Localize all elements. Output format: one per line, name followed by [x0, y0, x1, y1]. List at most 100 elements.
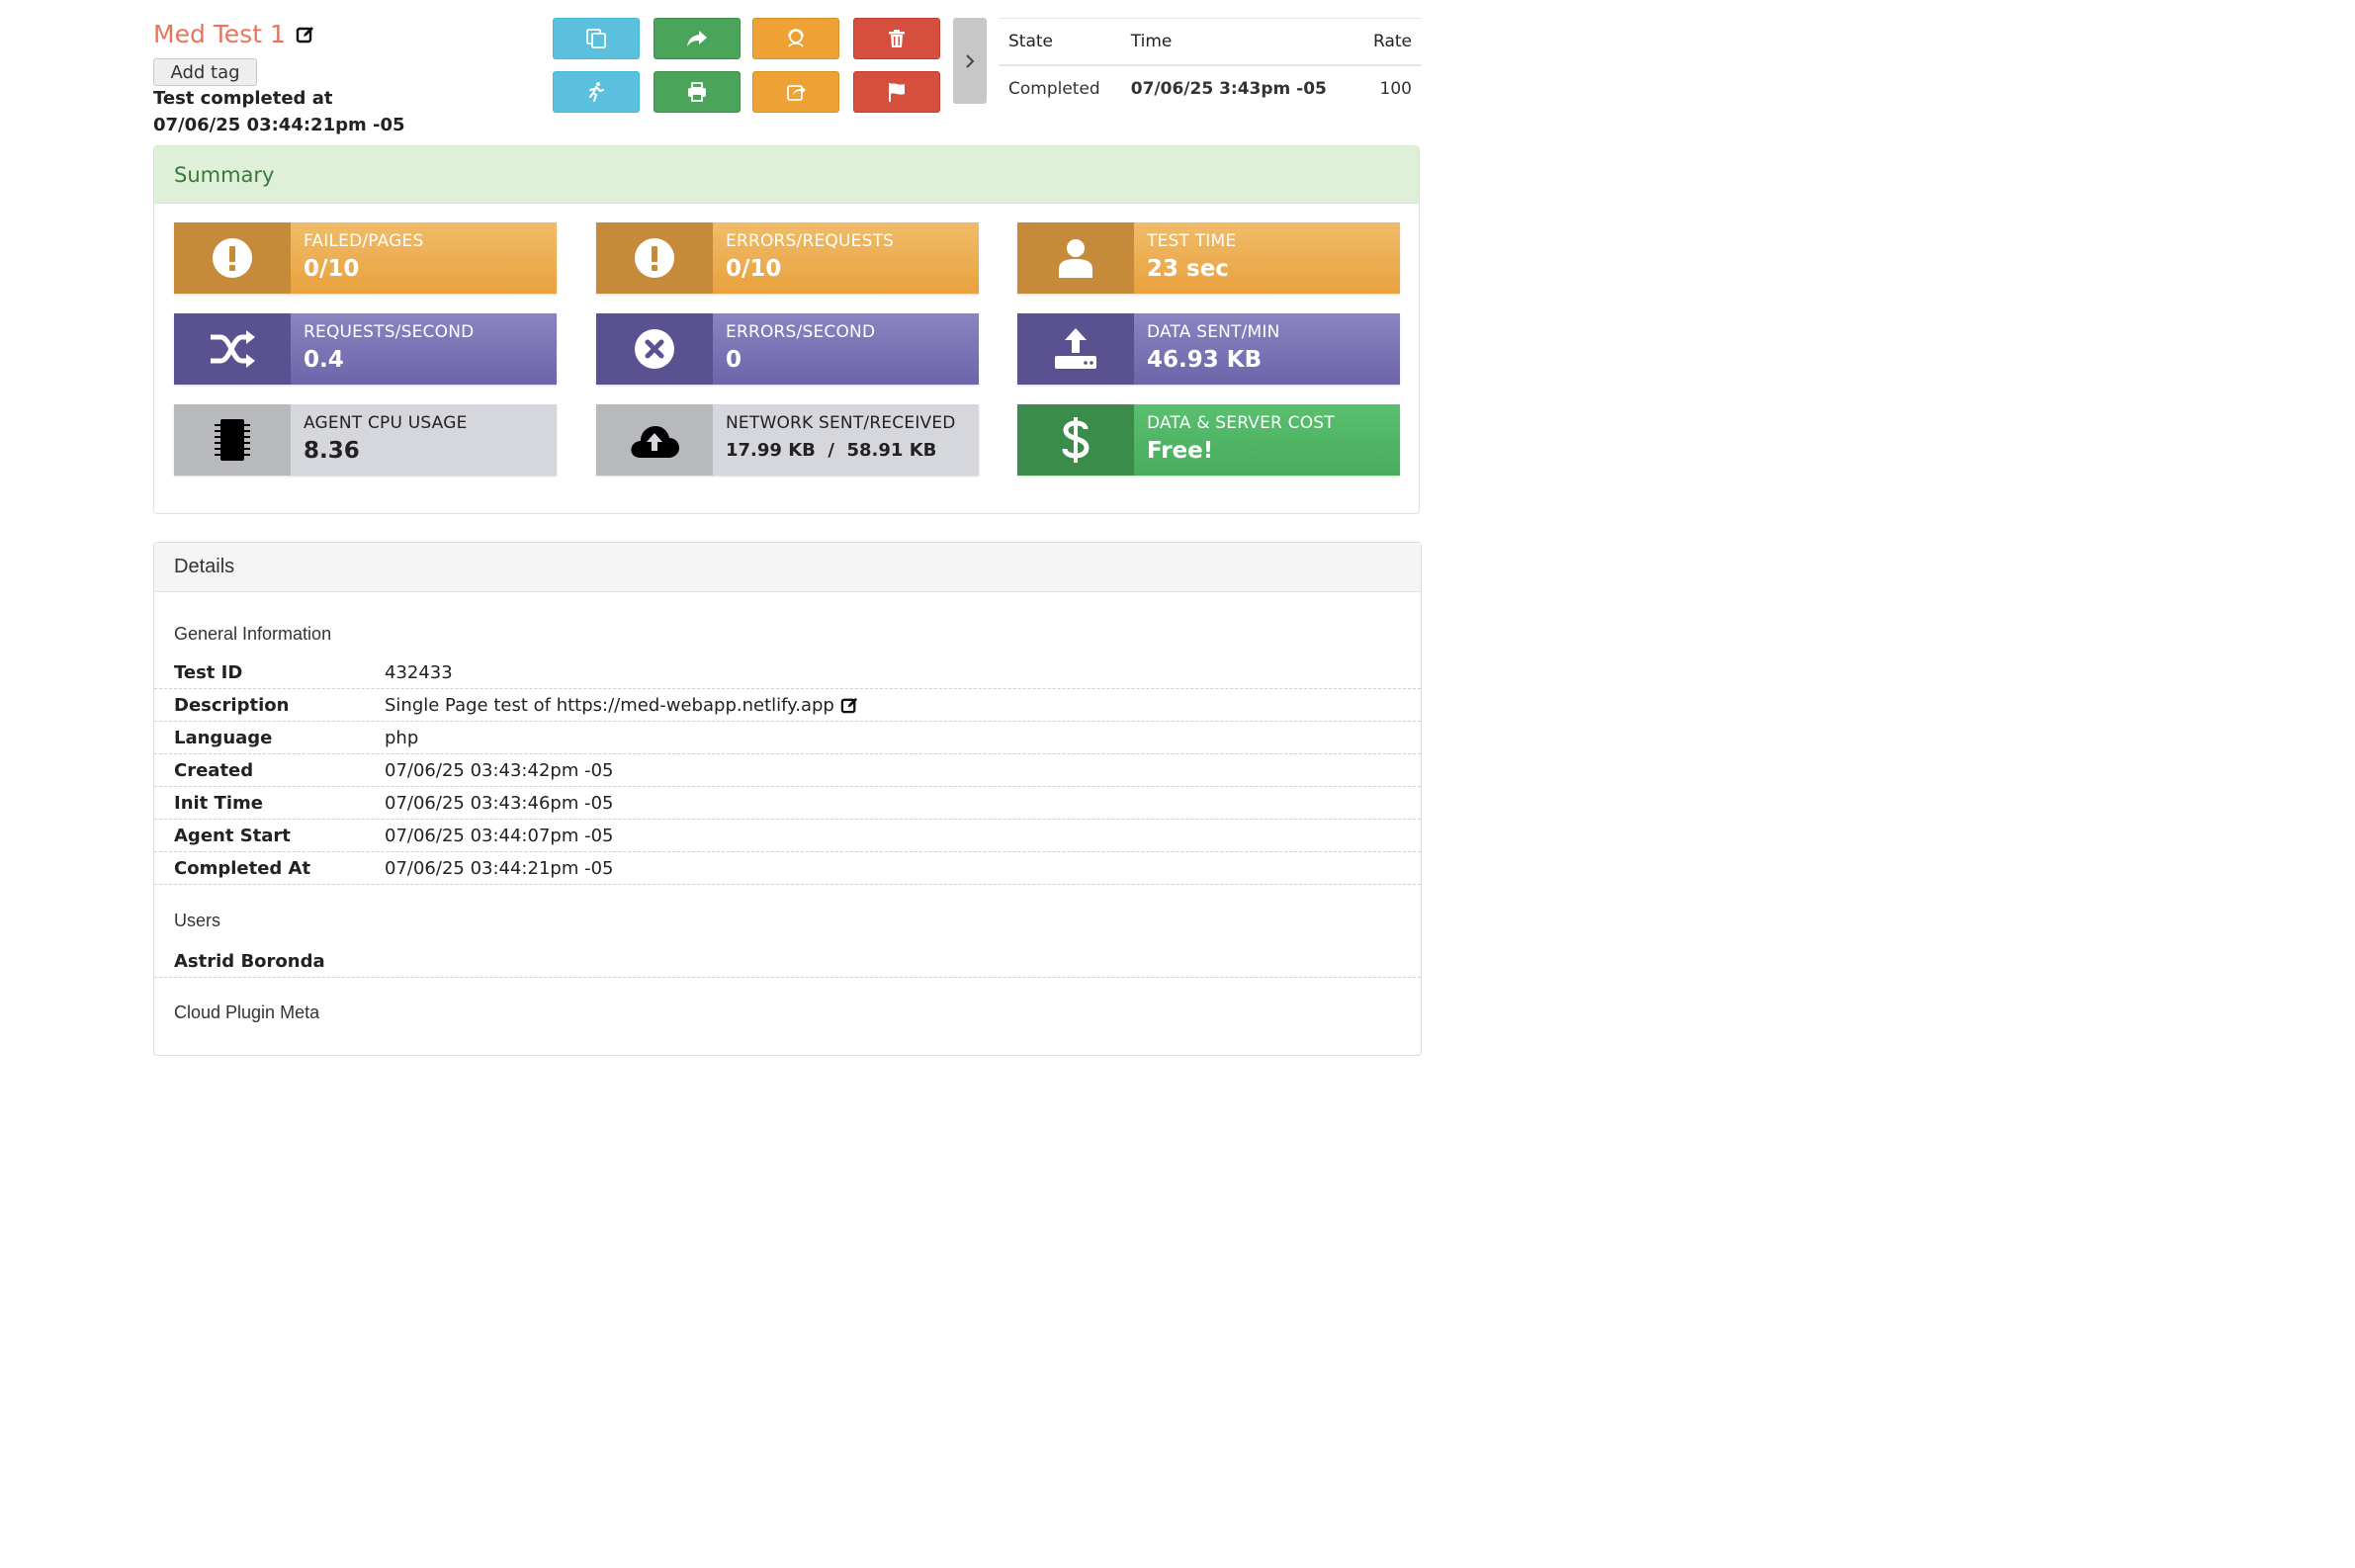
details-title: Details [154, 543, 1421, 592]
tile-value: 46.93 KB [1147, 347, 1263, 373]
tile-value: 17.99 KB / 58.91 KB [726, 440, 937, 461]
state-cell: Completed [1008, 78, 1100, 99]
export-icon [787, 85, 806, 101]
table-row: Completed 07/06/25 3:43pm -05 100 [999, 65, 1422, 111]
times-circle-icon [635, 329, 674, 369]
print-button[interactable] [654, 71, 741, 113]
cloud-upload-icon [631, 426, 679, 458]
edit-icon[interactable] [840, 696, 859, 715]
tile-body: DATA SENT/MIN 46.93 KB [1134, 313, 1400, 385]
user-row: Astrid Boronda [154, 944, 1421, 978]
cloud-plugin-meta-heading: Cloud Plugin Meta [174, 1002, 320, 1022]
time-cell: 07/06/25 3:43pm -05 [1130, 78, 1327, 99]
detail-value: 432433 [385, 662, 453, 683]
test-time-tile: TEST TIME 23 sec [1017, 222, 1400, 294]
summary-panel: Summary FAILED/PAGES 0/10 ERRORS/REQUEST… [153, 145, 1420, 514]
details-panel: Details General Information Test ID 4324… [153, 542, 1422, 1056]
tile-icon-box [174, 404, 291, 476]
exclamation-icon [213, 238, 252, 278]
tile-label: FAILED/PAGES [304, 231, 424, 251]
detail-value: 07/06/25 03:43:42pm -05 [385, 760, 614, 781]
completed-status: Test completed at 07/06/25 03:44:21pm -0… [153, 85, 405, 138]
tile-body: DATA & SERVER COST Free! [1134, 404, 1400, 476]
errors-requests-tile: ERRORS/REQUESTS 0/10 [596, 222, 979, 294]
tile-icon-box [596, 313, 713, 385]
time-header: Time [1120, 18, 1358, 66]
data-sent-min-tile: DATA SENT/MIN 46.93 KB [1017, 313, 1400, 385]
export-button[interactable] [752, 71, 839, 113]
detail-row-init-time: Init Time 07/06/25 03:43:46pm -05 [154, 787, 1421, 820]
print-icon [688, 82, 706, 102]
tile-label: REQUESTS/SECOND [304, 322, 475, 342]
chevron-right-icon [966, 53, 975, 68]
errors-second-tile: ERRORS/SECOND 0 [596, 313, 979, 385]
created-value: 07/06/25 03:43:42pm -05 [385, 760, 614, 781]
detail-row-test-id: Test ID 432433 [154, 656, 1421, 689]
tile-icon-box [1017, 222, 1134, 294]
shuffle-icon [211, 330, 255, 368]
tile-body: ERRORS/SECOND 0 [713, 313, 979, 385]
tile-body: NETWORK SENT/RECEIVED 17.99 KB / 58.91 K… [713, 404, 979, 476]
tile-label: TEST TIME [1147, 231, 1237, 251]
tile-icon-box [174, 222, 291, 294]
requests-second-tile: REQUESTS/SECOND 0.4 [174, 313, 557, 385]
state-header: State [999, 18, 1121, 66]
tile-icon-box [1017, 313, 1134, 385]
expand-panel-button[interactable] [953, 18, 987, 104]
network-tile: NETWORK SENT/RECEIVED 17.99 KB / 58.91 K… [596, 404, 979, 476]
agent-start-value: 07/06/25 03:44:07pm -05 [385, 826, 614, 846]
tile-value: 8.36 [304, 438, 360, 464]
tile-body: ERRORS/REQUESTS 0/10 [713, 222, 979, 294]
detail-row-agent-start: Agent Start 07/06/25 03:44:07pm -05 [154, 820, 1421, 852]
completed-at-value: 07/06/25 03:44:21pm -05 [385, 858, 614, 879]
share-button[interactable] [654, 18, 741, 59]
trash-icon [889, 30, 905, 47]
detail-key: Description [174, 695, 290, 716]
tile-label: DATA SENT/MIN [1147, 322, 1280, 342]
tile-icon-box [596, 404, 713, 476]
test-title-text: Med Test 1 [153, 20, 286, 48]
agent-cpu-tile: AGENT CPU USAGE 8.36 [174, 404, 557, 476]
detail-row-description: Description Single Page test of https://… [154, 689, 1421, 722]
copy-button[interactable] [553, 18, 640, 59]
flag-button[interactable] [853, 71, 940, 113]
test-title: Med Test 1 [153, 20, 315, 48]
tile-icon-box [1017, 404, 1134, 476]
add-tag-button[interactable]: Add tag [153, 58, 257, 86]
support-agent-icon [788, 29, 804, 47]
tile-value: 0/10 [726, 256, 782, 282]
detail-key: Created [174, 760, 254, 781]
description-value: Single Page test of https://med-webapp.n… [385, 695, 834, 716]
detail-row-language: Language php [154, 722, 1421, 754]
delete-button[interactable] [853, 18, 940, 59]
tile-value: Free! [1147, 438, 1214, 464]
user-icon [1059, 239, 1092, 278]
detail-key: Completed At [174, 858, 311, 879]
tile-label: AGENT CPU USAGE [304, 413, 468, 433]
edit-icon[interactable] [296, 25, 315, 44]
summary-title: Summary [154, 146, 1419, 204]
detail-row-completed-at: Completed At 07/06/25 03:44:21pm -05 [154, 852, 1421, 885]
tile-label: ERRORS/SECOND [726, 322, 876, 342]
tile-body: REQUESTS/SECOND 0.4 [291, 313, 557, 385]
completed-label: Test completed at [153, 88, 333, 109]
exclamation-icon [635, 238, 674, 278]
cpu-chip-icon [215, 419, 250, 461]
support-button[interactable] [752, 18, 839, 59]
share-icon [687, 31, 707, 46]
rate-cell: 100 [1379, 78, 1412, 99]
run-button[interactable] [553, 71, 640, 113]
tile-label: DATA & SERVER COST [1147, 413, 1335, 433]
rate-header: Rate [1357, 18, 1422, 66]
tile-value: 0.4 [304, 347, 344, 373]
running-person-icon [589, 82, 604, 102]
failed-pages-tile: FAILED/PAGES 0/10 [174, 222, 557, 294]
language-value: php [385, 728, 419, 748]
detail-row-created: Created 07/06/25 03:43:42pm -05 [154, 754, 1421, 787]
users-heading: Users [174, 911, 221, 930]
flag-icon [889, 83, 905, 102]
tile-body: AGENT CPU USAGE 8.36 [291, 404, 557, 476]
detail-value: 07/06/25 03:44:07pm -05 [385, 826, 614, 846]
detail-key: Init Time [174, 793, 263, 814]
tile-body: TEST TIME 23 sec [1134, 222, 1400, 294]
